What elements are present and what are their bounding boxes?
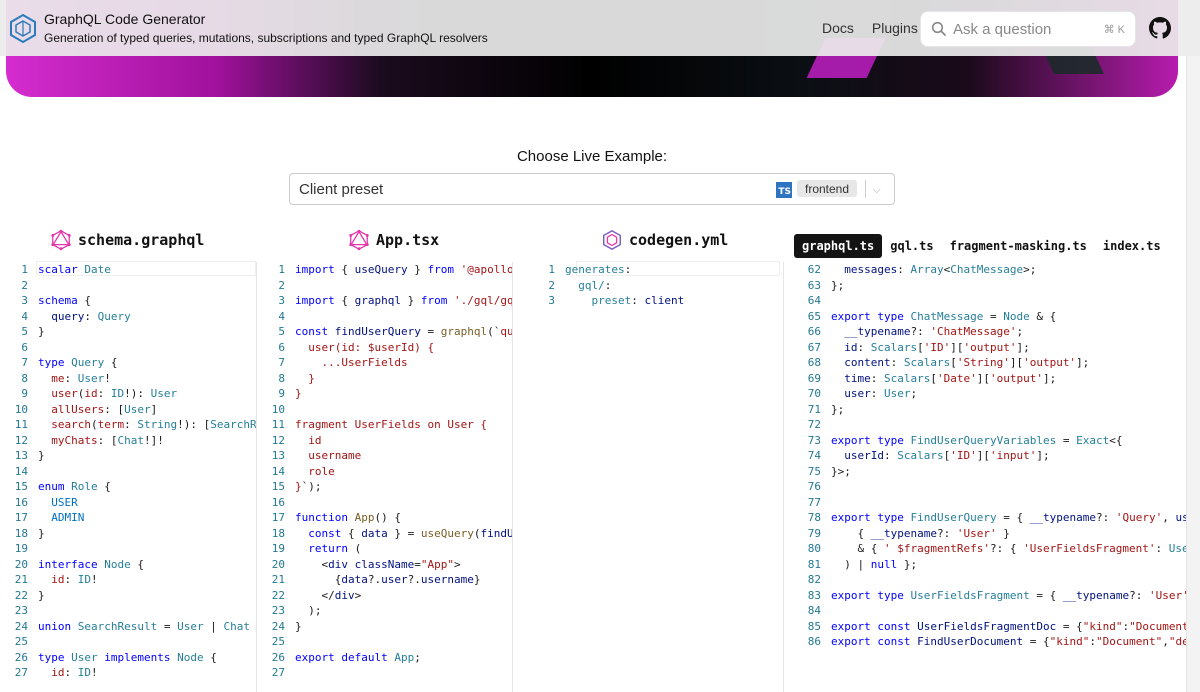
output-editor[interactable]: 62 messages: Array<ChatMessage>; 63}; 64… bbox=[793, 262, 1186, 692]
graphql-icon bbox=[51, 229, 71, 251]
top-navbar: GraphQL Code Generator Generation of typ… bbox=[0, 0, 1200, 56]
search-placeholder: Ask a question bbox=[953, 20, 1052, 38]
column-divider bbox=[783, 262, 784, 692]
selected-example: Client preset bbox=[299, 180, 384, 198]
panel-title-app: App.tsx bbox=[348, 229, 439, 251]
panel-title-text: App.tsx bbox=[376, 231, 440, 249]
nav-plugins[interactable]: Plugins bbox=[872, 20, 918, 36]
search-shortcut: ⌘ K bbox=[1103, 23, 1125, 36]
tab-fragment-masking-ts[interactable]: fragment-masking.ts bbox=[942, 234, 1095, 258]
column-divider bbox=[512, 262, 513, 692]
output-tabs: graphql.ts gql.ts fragment-masking.ts in… bbox=[794, 234, 1169, 258]
panel-title-text: codegen.yml bbox=[629, 231, 729, 249]
select-divider bbox=[865, 180, 866, 198]
choose-example-label: Choose Live Example: bbox=[516, 148, 668, 165]
panel-title-text: schema.graphql bbox=[78, 231, 205, 249]
schema-editor[interactable]: 1 scalar Date 2 3 schema { 4 query: Query … bbox=[0, 262, 256, 692]
brand-title: GraphQL Code Generator bbox=[44, 11, 206, 27]
typescript-icon: TS bbox=[776, 182, 792, 198]
codegen-editor[interactable]: 1 generates: 2 gql/: 3 preset: client bbox=[527, 262, 783, 692]
nav-docs[interactable]: Docs bbox=[822, 20, 854, 36]
tab-index-ts[interactable]: index.ts bbox=[1095, 234, 1169, 258]
panel-title-schema: schema.graphql bbox=[50, 229, 204, 251]
app-editor[interactable]: 1import { useQuery } from '@apollo/c 2 3… bbox=[257, 262, 512, 692]
tab-graphql-ts[interactable]: graphql.ts bbox=[794, 234, 883, 258]
search-box[interactable]: Ask a question ⌘ K bbox=[920, 11, 1136, 47]
brand-subtitle: Generation of typed queries, mutations, … bbox=[44, 31, 488, 45]
frontend-tag: frontend bbox=[797, 180, 858, 197]
tab-gql-ts[interactable]: gql.ts bbox=[882, 234, 941, 258]
github-icon[interactable] bbox=[1149, 17, 1171, 39]
brand[interactable]: GraphQL Code Generator Generation of typ… bbox=[44, 11, 488, 45]
chevron-down-icon[interactable]: ⌵ bbox=[873, 185, 881, 196]
search-icon bbox=[931, 21, 946, 36]
panel-title-codegen: codegen.yml bbox=[601, 229, 728, 251]
graphql-icon bbox=[349, 229, 369, 251]
codegen-logo-icon[interactable] bbox=[8, 13, 38, 43]
page-scrollbar[interactable] bbox=[1186, 56, 1200, 692]
codegen-icon bbox=[603, 229, 621, 251]
